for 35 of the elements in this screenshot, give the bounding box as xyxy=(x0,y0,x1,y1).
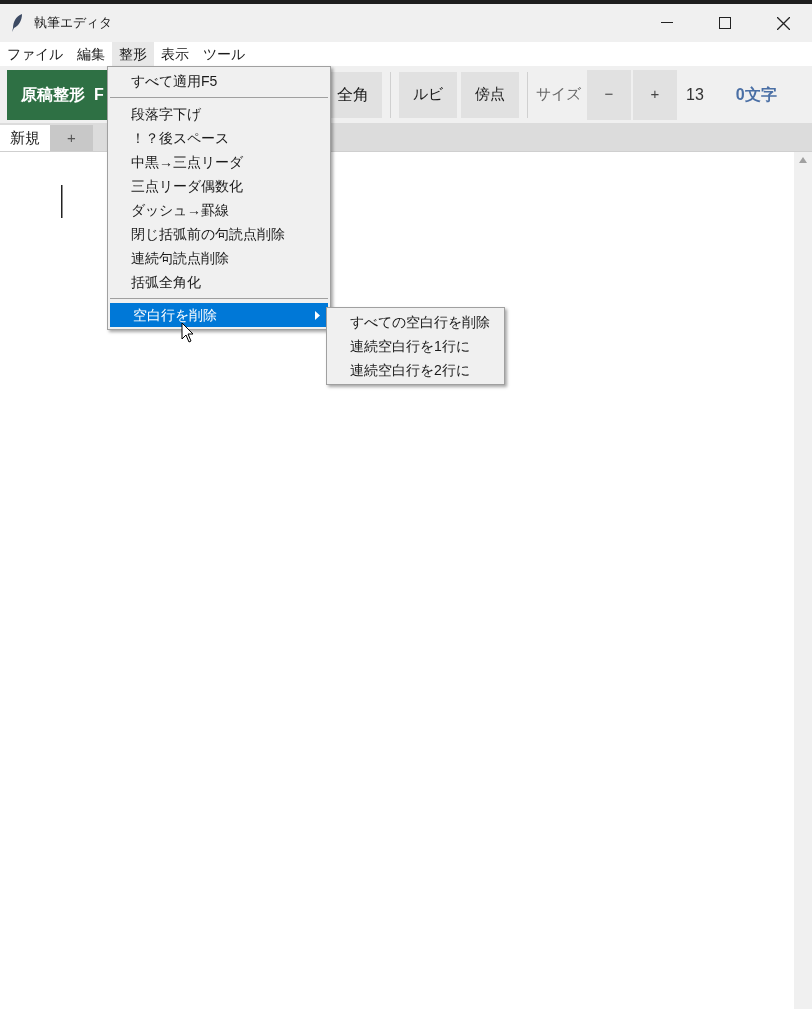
menu-item[interactable]: 整形 xyxy=(112,42,154,66)
mouse-pointer-icon xyxy=(181,322,195,344)
ruby-button[interactable]: ルビ xyxy=(399,71,457,118)
menu-item[interactable]: 編集 xyxy=(70,42,112,66)
tab[interactable]: 新規 xyxy=(0,125,50,151)
text-cursor-icon xyxy=(61,185,63,218)
character-count: 0文字 xyxy=(735,84,777,105)
size-value: 13 xyxy=(686,84,704,105)
menu-option[interactable]: 連続空白行を2行に xyxy=(327,358,504,382)
menu-item[interactable]: ファイル xyxy=(0,42,70,66)
scroll-up-icon[interactable] xyxy=(799,157,807,163)
menu-option[interactable]: ！？後スペース xyxy=(108,126,330,150)
decrease-button[interactable]: − xyxy=(587,69,631,120)
scrollbar[interactable] xyxy=(794,152,812,1009)
menu-item[interactable]: 表示 xyxy=(154,42,196,66)
menu-option[interactable]: 三点リーダ偶数化 xyxy=(108,174,330,198)
feather-icon xyxy=(10,13,24,33)
menu-item[interactable]: ツール xyxy=(196,42,252,66)
menu-option[interactable]: 括弧全角化 xyxy=(108,270,330,294)
minimize-icon xyxy=(661,22,673,24)
submenu-option[interactable]: 空白行を削除 xyxy=(110,303,328,327)
close-icon xyxy=(776,16,790,30)
menu-option[interactable]: 中黒→三点リーダ xyxy=(108,150,330,174)
menu-option[interactable]: すべての空白行を削除 xyxy=(327,310,504,334)
menu-option[interactable]: 連続空白行を1行に xyxy=(327,334,504,358)
size-label: サイズ xyxy=(536,84,581,105)
submenu-arrow-icon xyxy=(315,310,320,320)
menu-option[interactable]: 連続句読点削除 xyxy=(108,246,330,270)
menu-option[interactable]: ダッシュ→罫線 xyxy=(108,198,330,222)
menu-option[interactable]: 閉じ括弧前の句読点削除 xyxy=(108,222,330,246)
maximize-icon xyxy=(719,17,731,29)
increase-button[interactable]: + xyxy=(633,69,677,120)
tab[interactable]: + xyxy=(50,125,93,151)
window-title: 執筆エディタ xyxy=(34,14,112,33)
emphasis-button[interactable]: 傍点 xyxy=(461,71,519,118)
